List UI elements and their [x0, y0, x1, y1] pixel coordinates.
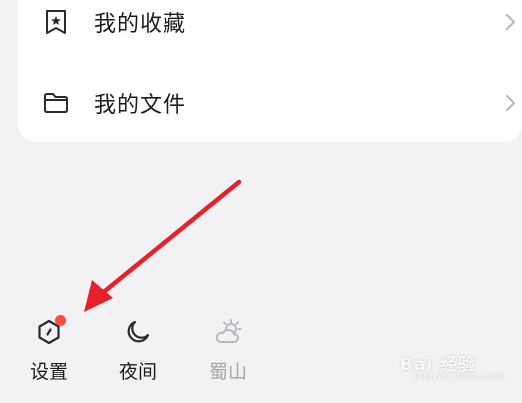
chevron-right-icon [506, 95, 515, 111]
menu-item-label: 我的文件 [94, 93, 187, 118]
chevron-right-icon [506, 14, 515, 30]
night-mode-label: 夜间 [118, 361, 157, 383]
menu-item-files[interactable]: 我的文件 [18, 75, 522, 131]
menu-item-label: 我的收藏 [94, 12, 187, 37]
settings-label: 设置 [29, 361, 68, 383]
folder-icon [42, 89, 70, 117]
weather-sun-cloud-icon [215, 319, 242, 343]
night-mode-button[interactable]: 夜间 [103, 312, 173, 392]
menu-card: 我的收藏 我的文件 [18, 0, 522, 142]
weather-label: 蜀山 [208, 361, 247, 383]
settings-button[interactable]: 设置 [14, 312, 84, 392]
moon-icon [127, 320, 150, 343]
weather-button[interactable]: 蜀山 [193, 312, 263, 392]
bookmark-star-icon [42, 8, 70, 36]
watermark-url: jingyan.baidu.com [414, 372, 506, 382]
menu-item-favorites[interactable]: 我的收藏 [18, 0, 522, 50]
baidu-jingyan-watermark: Bai 经验 jingyan.baidu.com [400, 348, 518, 388]
notification-badge [55, 315, 66, 326]
